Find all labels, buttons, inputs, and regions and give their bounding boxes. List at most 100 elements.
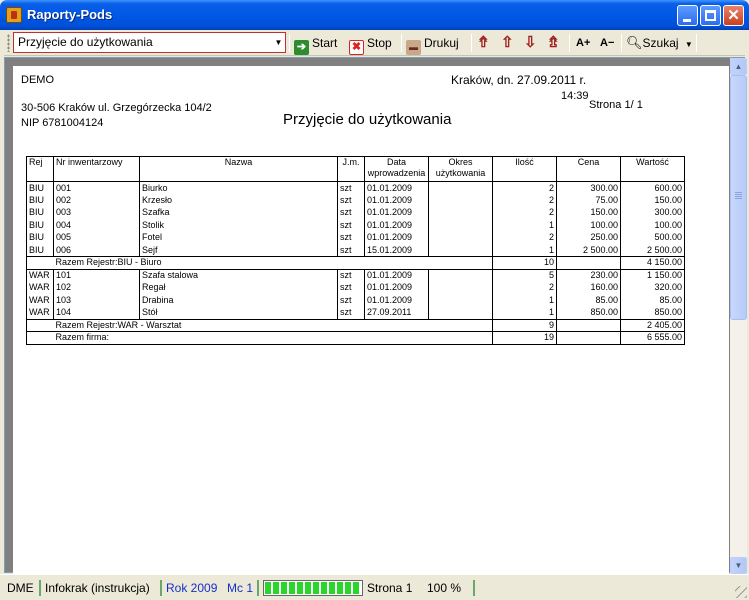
scroll-up-button[interactable]: ▲	[730, 58, 747, 75]
table-cell: BIU	[26, 231, 54, 244]
company-name: DEMO	[21, 74, 54, 86]
table-cell	[556, 331, 621, 345]
table-cell: 2	[492, 206, 557, 219]
table-cell: 003	[53, 206, 140, 219]
table-cell: szt	[337, 219, 365, 232]
chevron-down-icon: ▼	[684, 40, 693, 49]
table-cell: 001	[53, 181, 140, 194]
table-cell: 85.00	[620, 294, 685, 307]
table-cell: 85.00	[556, 294, 621, 307]
table-cell: 1 150.00	[620, 268, 685, 282]
stop-button[interactable]: ✖ Stop	[349, 33, 392, 55]
arrow-last-icon: ⇯	[547, 34, 560, 51]
arrow-first-icon: ⇮	[477, 34, 490, 51]
status-zoom: 100 %	[427, 581, 462, 595]
table-cell: Drabina	[139, 294, 338, 307]
resize-grip[interactable]	[735, 586, 747, 598]
search-icon: 🔍︎	[626, 35, 643, 50]
table-cell: 1	[492, 219, 557, 232]
status-company: Infokrak (instrukcja)	[45, 581, 150, 595]
close-button[interactable]: ✕	[723, 5, 744, 26]
status-separator	[257, 580, 259, 596]
table-cell: szt	[337, 206, 365, 219]
table-cell: szt	[337, 268, 365, 282]
table-row: BIU 005 Fotel szt 01.01.2009 2 250.00 500.00	[26, 231, 685, 244]
table-cell: 1	[492, 294, 557, 307]
company-nip: NIP 6781004124	[21, 117, 104, 129]
report-select[interactable]: Przyjęcie do użytkowania ▼	[13, 32, 286, 53]
table-cell: BIU	[26, 194, 54, 207]
table-cell: Regał	[139, 281, 338, 294]
table-cell: szt	[337, 281, 365, 294]
status-code: DME	[7, 581, 34, 595]
maximize-button[interactable]	[700, 5, 721, 26]
table-cell: BIU	[26, 244, 54, 257]
print-button[interactable]: ▬ Drukuj	[406, 33, 459, 55]
table-cell: Stolik	[139, 219, 338, 232]
table-cell	[556, 318, 621, 332]
table-cell: 15.01.2009	[364, 244, 429, 257]
table-cell	[428, 306, 493, 320]
table-row: WAR 102 Regał szt 01.01.2009 2 160.00 320.00	[26, 281, 685, 294]
subtotal-row: Razem Rejestr:WAR - Warsztat 9 2 405.00	[26, 318, 685, 332]
table-cell: szt	[337, 294, 365, 307]
toolbar-separator	[621, 34, 622, 52]
table-cell: Biurko	[139, 181, 338, 194]
table-cell: 150.00	[556, 206, 621, 219]
font-decrease-button[interactable]: A−	[600, 33, 614, 53]
font-increase-button[interactable]: A+	[576, 33, 590, 53]
vertical-scrollbar[interactable]: ▲ ▼	[730, 58, 747, 574]
table-row: BIU 001 Biurko szt 01.01.2009 2 300.00 600.00	[26, 181, 685, 194]
status-page: Strona 1	[367, 581, 413, 595]
search-button[interactable]: 🔍︎Szukaj ▼	[626, 33, 693, 53]
start-button[interactable]: ➔ Start	[294, 33, 337, 55]
table-cell	[428, 219, 493, 232]
table-cell: Stół	[139, 306, 338, 320]
first-page-button[interactable]: ⇮	[477, 33, 490, 53]
report-place-date: Kraków, dn. 27.09.2011 r.	[451, 73, 587, 87]
table-cell	[428, 181, 493, 194]
subtotal-value: 2 405.00	[620, 318, 685, 332]
report-viewer[interactable]: DEMO 30-506 Kraków ul. Grzegórzecka 104/…	[4, 57, 747, 574]
toolbar-separator	[401, 34, 402, 52]
last-page-button[interactable]: ⇯	[547, 33, 560, 53]
progress-bar	[263, 580, 363, 596]
table-cell: WAR	[26, 281, 54, 294]
column-header: Nazwa	[139, 156, 338, 182]
column-header: Okres użytkowania	[428, 156, 493, 182]
chevron-down-icon[interactable]: ▼	[273, 34, 284, 51]
toolbar-separator	[471, 34, 472, 52]
total-row: Razem firma: 19 6 555.00	[26, 331, 685, 345]
table-cell: 004	[53, 219, 140, 232]
table-cell: 100.00	[556, 219, 621, 232]
table-cell: Fotel	[139, 231, 338, 244]
status-separator	[473, 580, 475, 596]
table-cell: 2	[492, 181, 557, 194]
table-cell: BIU	[26, 206, 54, 219]
scroll-thumb[interactable]	[730, 75, 747, 320]
arrow-up-icon: ⇧	[501, 34, 514, 51]
scroll-down-button[interactable]: ▼	[730, 557, 747, 574]
toolbar-separator	[696, 34, 697, 52]
table-row: WAR 103 Drabina szt 01.01.2009 1 85.00 85.00	[26, 294, 685, 307]
table-cell: WAR	[26, 306, 54, 320]
report-page: DEMO 30-506 Kraków ul. Grzegórzecka 104/…	[13, 66, 729, 574]
previous-page-button[interactable]: ⇧	[501, 33, 514, 53]
table-cell: 320.00	[620, 281, 685, 294]
table-cell: 01.01.2009	[364, 206, 429, 219]
report-table: Rej Nr inwentarzowy Nazwa J.m. Data wprowadz…	[26, 156, 685, 345]
play-icon: ➔	[294, 40, 309, 55]
table-cell: WAR	[26, 268, 54, 282]
toolbar-grip[interactable]	[7, 34, 10, 52]
title-bar[interactable]: Raporty-Pods ✕	[0, 0, 749, 30]
table-cell: 250.00	[556, 231, 621, 244]
table-cell	[26, 256, 54, 270]
table-row: BIU 002 Krzesło szt 01.01.2009 2 75.00 150.00	[26, 194, 685, 207]
next-page-button[interactable]: ⇩	[524, 33, 537, 53]
table-cell: 160.00	[556, 281, 621, 294]
table-cell: 101	[53, 268, 140, 282]
report-time: 14:39	[561, 90, 589, 102]
minimize-button[interactable]	[677, 5, 698, 26]
table-cell	[26, 318, 54, 332]
total-qty: 19	[492, 331, 557, 345]
